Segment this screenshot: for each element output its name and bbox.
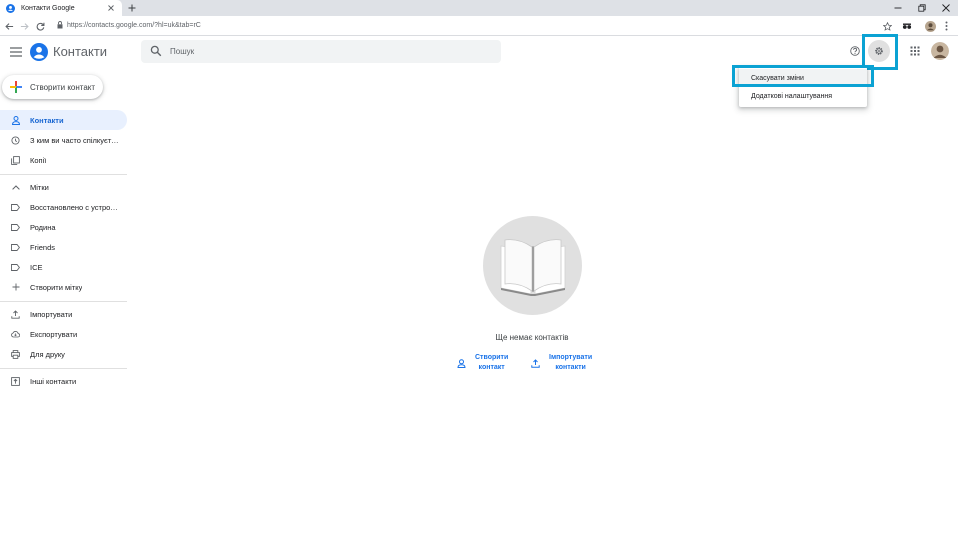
sidebar-item-export[interactable]: Експортувати [0, 324, 127, 344]
forward-arrow-icon[interactable] [18, 20, 30, 32]
label-icon [11, 243, 20, 252]
menu-item-undo-changes[interactable]: Скасувати зміни [739, 69, 867, 87]
sidebar-item-label: Для друку [30, 349, 65, 359]
help-icon [850, 46, 860, 56]
incognito-extension-icon[interactable] [901, 20, 913, 32]
account-avatar[interactable] [931, 42, 949, 60]
sidebar-item-contacts[interactable]: Контакти [0, 110, 127, 130]
person-icon [457, 358, 466, 368]
sidebar-item-label: Інші контакти [30, 376, 77, 386]
label-icon [11, 223, 20, 232]
back-arrow-icon[interactable] [3, 20, 15, 32]
sidebar-item-label: Створити мітку [30, 282, 83, 292]
sidebar-item-label: Контакти [30, 115, 64, 125]
colorful-plus-icon [10, 81, 22, 93]
reload-icon[interactable] [34, 20, 46, 32]
upload-icon [11, 309, 20, 319]
tab-title: Контакти Google [21, 4, 75, 12]
minimize-window-icon[interactable] [886, 0, 910, 16]
sidebar-item-import[interactable]: Імпортувати [0, 304, 127, 324]
search-icon[interactable] [150, 45, 162, 57]
sidebar-item-label: Родина [30, 222, 56, 232]
create-contact-label: Створити контакт [30, 82, 96, 92]
sidebar-divider [0, 174, 127, 175]
create-label-button[interactable]: Створити мітку [0, 277, 127, 297]
sidebar-label-restored[interactable]: Восстановлено с устройства [0, 197, 127, 217]
browser-tab[interactable]: Контакти Google [0, 0, 122, 16]
sidebar-divider [0, 368, 127, 369]
empty-create-contact-label: Створити контакт [475, 353, 508, 373]
sidebar-item-label: ICE [30, 262, 43, 272]
create-contact-line-1: Створити [475, 354, 509, 361]
empty-import-contacts-label: Імпортувати контакти [549, 353, 592, 373]
app-name: Контакти [53, 44, 108, 59]
sidebar-item-label: Експортувати [30, 329, 78, 339]
sidebar-label-friends[interactable]: Friends [0, 237, 127, 257]
history-icon [11, 135, 20, 145]
sidebar-item-other-contacts[interactable]: Інші контакти [0, 371, 127, 391]
empty-import-contacts-button[interactable]: Імпортувати контакти [531, 353, 592, 373]
apps-grid-icon [910, 46, 920, 56]
open-book-icon [500, 238, 565, 296]
plus-icon [11, 283, 20, 292]
sidebar-item-label: Імпортувати [30, 309, 73, 319]
sidebar-item-label: З ким ви часто спілкуєтеся [30, 135, 120, 145]
main-menu-button[interactable] [7, 43, 24, 60]
app-header: Контакти [0, 36, 958, 68]
import-contacts-line-1: Імпортувати [549, 354, 593, 361]
sidebar-item-label: Копії [30, 155, 47, 165]
sidebar-label-family[interactable]: Родина [0, 217, 127, 237]
menu-item-more-settings[interactable]: Додаткові налаштування [739, 87, 867, 105]
close-tab-icon[interactable] [106, 3, 116, 13]
print-icon [11, 349, 20, 359]
sidebar-item-print[interactable]: Для друку [0, 344, 127, 364]
browser-tab-strip: Контакти Google [0, 0, 958, 16]
chevron-up-icon [11, 183, 20, 192]
google-contacts-icon [6, 3, 15, 13]
other-contacts-icon [11, 376, 20, 386]
create-contact-button[interactable]: Створити контакт [2, 75, 103, 99]
create-contact-line-2: контакт [478, 364, 505, 371]
contacts-logo-icon [30, 43, 48, 61]
hamburger-menu-icon [9, 46, 22, 57]
restore-window-icon[interactable] [910, 0, 934, 16]
browser-toolbar: https://contacts.google.com/?hl=uk&tab=r… [0, 16, 958, 36]
empty-state-message: Ще немає контактів [495, 333, 569, 342]
upload-icon [531, 358, 540, 368]
person-icon [11, 115, 20, 125]
sidebar-item-label: Восстановлено с устройства [30, 202, 120, 212]
label-icon [11, 263, 20, 272]
search-input[interactable] [170, 40, 490, 63]
labels-section-header: Мітки [30, 182, 49, 192]
browser-menu-icon[interactable] [940, 20, 952, 32]
search-box [141, 40, 501, 63]
sidebar-divider [0, 301, 127, 302]
empty-state-illustration [483, 216, 582, 315]
empty-create-contact-button[interactable]: Створити контакт [457, 353, 508, 373]
lock-icon [57, 21, 63, 29]
sidebar-item-frequent[interactable]: З ким ви часто спілкуєтеся [0, 130, 127, 150]
settings-button[interactable] [868, 40, 890, 62]
help-button[interactable] [849, 45, 861, 57]
import-contacts-line-2: контакти [555, 364, 586, 371]
browser-profile-avatar[interactable] [924, 20, 936, 32]
gear-icon [875, 47, 883, 55]
new-tab-icon[interactable] [126, 2, 138, 14]
sidebar-item-label: Friends [30, 242, 56, 252]
address-bar-url[interactable]: https://contacts.google.com/?hl=uk&tab=r… [67, 20, 201, 32]
sidebar-label-ice[interactable]: ICE [0, 257, 127, 277]
settings-dropdown-menu: Скасувати зміни Додаткові налаштування [739, 67, 867, 107]
cloud-download-icon [11, 330, 20, 339]
google-apps-button[interactable] [909, 45, 921, 57]
copy-icon [11, 155, 20, 165]
close-window-icon[interactable] [934, 0, 958, 16]
bookmark-star-icon[interactable] [881, 20, 893, 32]
labels-section-toggle[interactable]: Мітки [0, 177, 127, 197]
label-icon [11, 203, 20, 212]
sidebar-item-duplicates[interactable]: Копії [0, 150, 127, 170]
